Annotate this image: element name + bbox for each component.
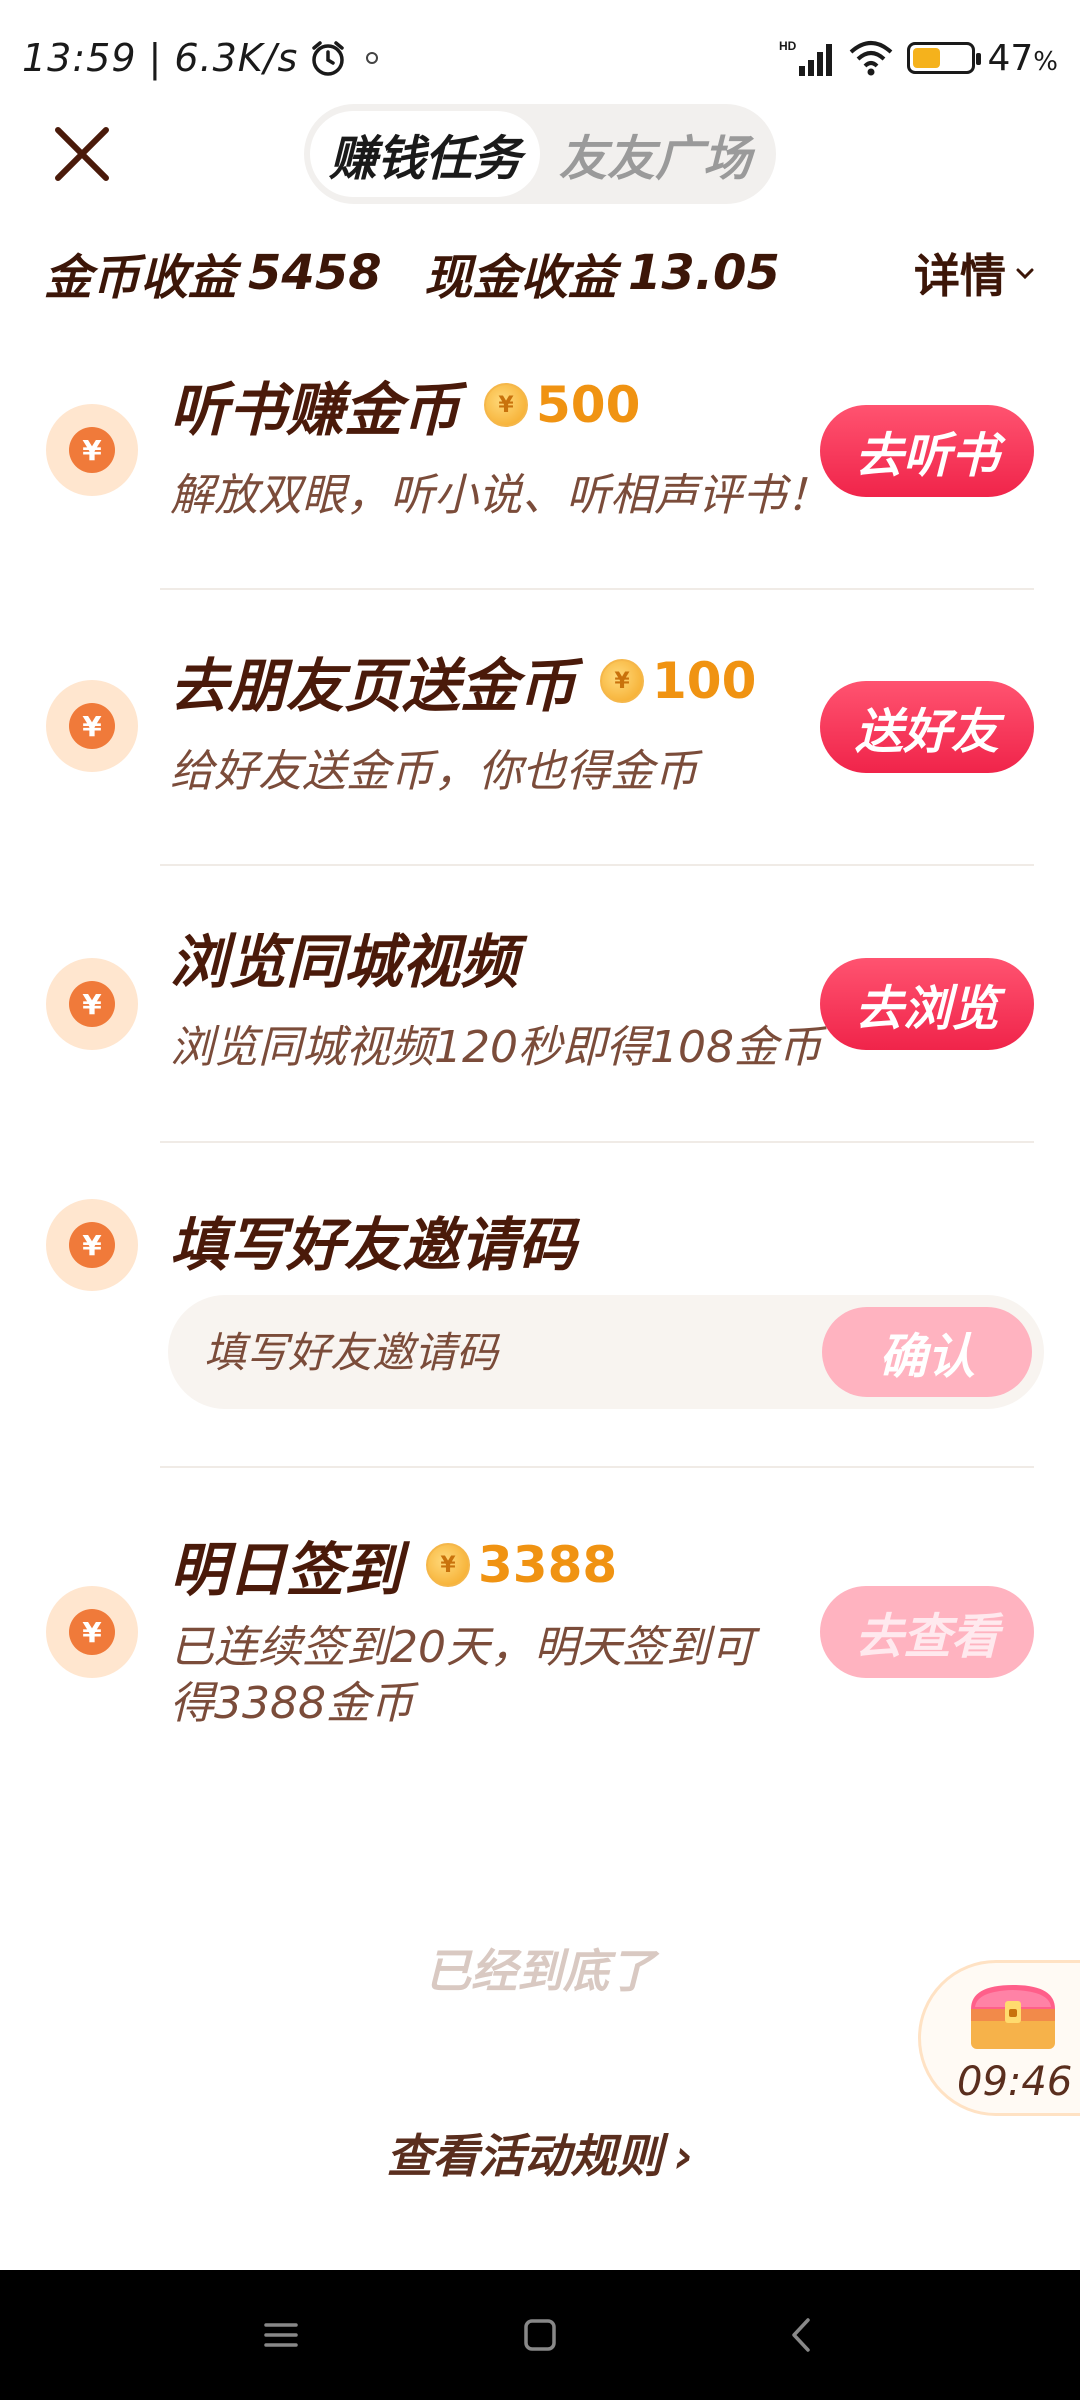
status-separator: | [148,36,163,80]
divider [160,588,1034,590]
battery-percent: 47% [987,37,1058,79]
cash-earnings: 现金收益 13.05 [424,230,780,315]
task-description: 浏览同城视频120秒即得108金币 [170,1022,822,1073]
task-title: 去朋友页送金币 ¥100 [170,652,757,720]
treasure-chest-icon [971,1985,1055,2049]
battery-icon [907,42,982,74]
divider [160,864,1034,866]
signal-icon: HD [779,39,833,76]
gold-coin-icon: ¥ [426,1543,471,1587]
back-icon[interactable] [778,2310,828,2360]
tab-switcher: 赚钱任务 友友广场 [304,104,776,204]
listen-book-button[interactable]: 去听书 [820,405,1034,497]
task-description: 解放双眼，听小说、听相声评书！ [170,470,830,521]
details-label: 详情 [914,248,1006,303]
treasure-chest-widget[interactable]: 09:46 [918,1960,1080,2116]
invite-code-box: 确认 [168,1295,1044,1409]
divider [160,1141,1034,1143]
home-icon[interactable] [515,2310,565,2360]
task-reward: ¥3388 [426,1536,617,1594]
chevron-right-icon: › [674,2129,694,2183]
task-title: 填写好友邀请码 [170,1211,577,1279]
task-coin-icon: ¥ [46,958,138,1050]
wifi-icon [850,41,893,76]
browse-button[interactable]: 去浏览 [820,958,1034,1050]
send-friend-button[interactable]: 送好友 [820,681,1034,773]
status-left: 13:59 | 6.3K/s [22,30,379,86]
task-title: 浏览同城视频 [170,928,519,996]
alarm-icon [312,41,345,76]
task-coin-icon: ¥ [46,1199,138,1291]
status-bar: 13:59 | 6.3K/s HD 47% [0,0,1080,110]
activity-rules-link[interactable]: 查看活动规则 › [0,2120,1080,2186]
status-time: 13:59 [22,36,137,80]
notification-dot-icon [366,52,379,64]
chest-timer: 09:46 [957,2059,1073,2105]
coins-value: 5458 [248,244,382,301]
divider [160,1466,1034,1468]
cash-value: 13.05 [628,244,780,301]
system-nav-bar [0,2270,1080,2400]
status-speed: 6.3K/s [174,36,299,80]
details-button[interactable]: 详情 [914,230,1036,315]
hd-label: HD [779,39,797,53]
task-description: 给好友送金币，你也得金币 [170,746,698,797]
gold-coin-icon: ¥ [600,659,645,703]
task-coin-icon: ¥ [46,404,138,496]
view-checkin-button[interactable]: 去查看 [820,1586,1034,1678]
task-description: 已连续签到20天，明天签到可得3388金币 [170,1622,754,1729]
coins-label: 金币收益 [44,249,237,306]
task-coin-icon: ¥ [46,1586,138,1678]
coins-earnings: 金币收益 5458 [44,230,382,315]
close-icon[interactable] [50,122,114,186]
task-title: 明日签到 ¥3388 [170,1536,618,1604]
menu-icon[interactable] [256,2310,306,2360]
tab-earn-tasks[interactable]: 赚钱任务 [310,111,540,197]
cash-label: 现金收益 [424,249,617,306]
confirm-button[interactable]: 确认 [822,1307,1032,1397]
battery-fill [913,48,940,68]
status-right: HD 47% [779,30,1058,86]
chevron-down-icon [1016,268,1034,279]
task-title: 听书赚金币 ¥500 [170,376,641,444]
task-reward: ¥500 [484,376,640,434]
gold-coin-icon: ¥ [484,383,529,427]
task-reward: ¥100 [600,652,756,710]
task-coin-icon: ¥ [46,680,138,772]
tab-friend-square[interactable]: 友友广场 [540,111,770,197]
end-of-list-text: 已经到底了 [425,1944,655,1998]
invite-code-input[interactable] [204,1295,764,1409]
earnings-row: 金币收益 5458 现金收益 13.05 详情 [0,230,1080,315]
